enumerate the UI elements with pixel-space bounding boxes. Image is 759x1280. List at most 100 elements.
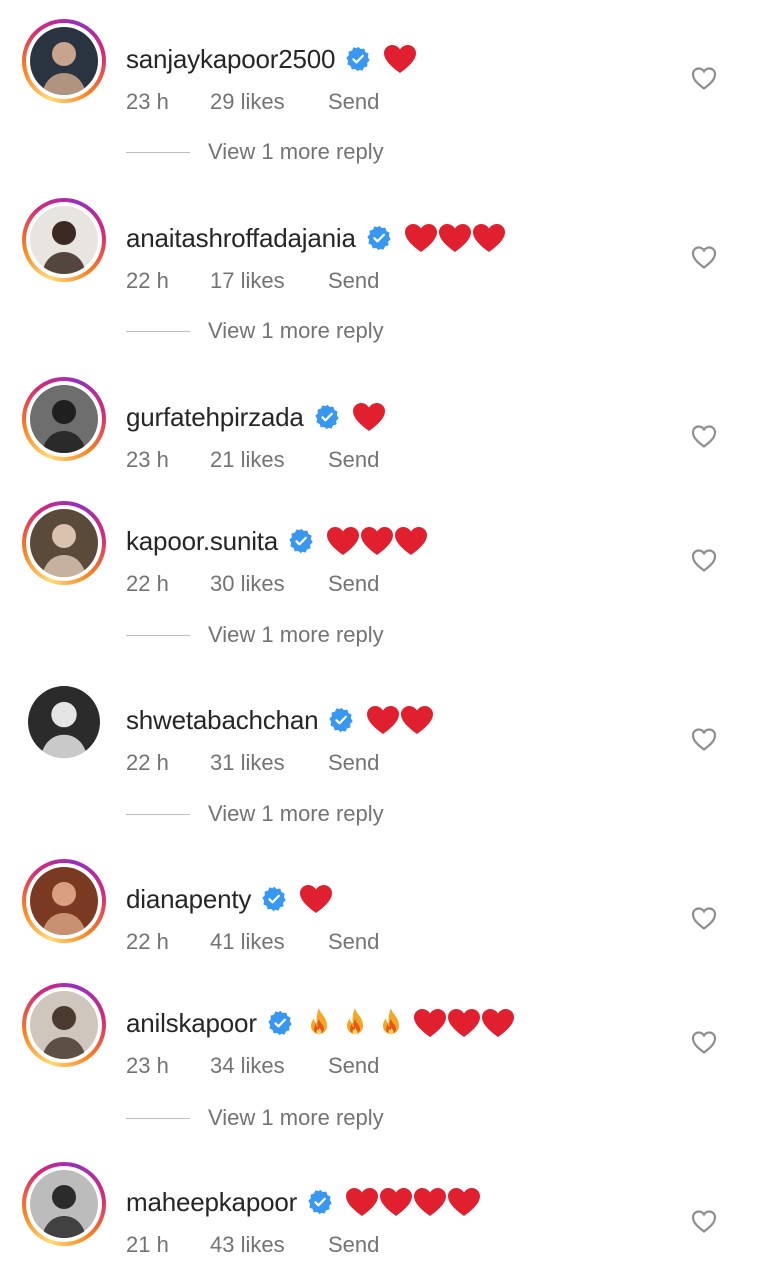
red-heart-emoji xyxy=(481,1008,515,1038)
divider-line xyxy=(126,1117,190,1119)
avatar[interactable] xyxy=(22,501,106,585)
fire-emoji xyxy=(377,1007,413,1039)
profile-photo xyxy=(30,991,98,1059)
comment-text xyxy=(326,526,428,556)
likes-count-link[interactable]: 41 likes xyxy=(210,929,328,955)
view-more-replies-button[interactable]: View 1 more reply xyxy=(126,799,384,829)
send-button[interactable]: Send xyxy=(328,571,379,597)
divider-line xyxy=(126,634,190,636)
avatar[interactable] xyxy=(22,198,106,282)
verified-badge-icon xyxy=(288,528,314,554)
view-more-replies-button[interactable]: View 1 more reply xyxy=(126,620,384,650)
heart-outline-icon[interactable] xyxy=(690,422,718,450)
username[interactable]: gurfatehpirzada xyxy=(126,402,304,433)
comment-item: dianapenty 22 h 41 likes Send xyxy=(0,858,759,954)
red-heart-emoji xyxy=(345,1187,379,1217)
profile-photo xyxy=(30,509,98,577)
divider-line xyxy=(126,813,190,815)
avatar[interactable] xyxy=(22,859,106,943)
red-heart-emoji xyxy=(299,884,333,914)
verified-badge-icon xyxy=(307,1189,333,1215)
send-button[interactable]: Send xyxy=(328,929,379,955)
comment-text xyxy=(352,402,386,432)
comment-timestamp: 21 h xyxy=(126,1232,169,1257)
red-heart-emoji xyxy=(326,526,360,556)
avatar[interactable] xyxy=(22,680,106,764)
username[interactable]: anilskapoor xyxy=(126,1008,257,1039)
avatar[interactable] xyxy=(22,983,106,1067)
verified-badge-icon xyxy=(261,886,287,912)
send-button[interactable]: Send xyxy=(328,268,379,294)
red-heart-emoji xyxy=(413,1008,447,1038)
view-more-replies-button[interactable]: View 1 more reply xyxy=(126,1103,384,1133)
username[interactable]: anaitashroffadajania xyxy=(126,223,356,254)
likes-count-link[interactable]: 31 likes xyxy=(210,750,328,776)
heart-outline-icon[interactable] xyxy=(690,1207,718,1235)
username[interactable]: dianapenty xyxy=(126,884,251,915)
red-heart-emoji xyxy=(438,223,472,253)
comment-item: kapoor.sunita 22 h 30 likes Send xyxy=(0,500,759,596)
avatar[interactable] xyxy=(22,377,106,461)
send-button[interactable]: Send xyxy=(328,447,379,473)
comment-text xyxy=(366,705,434,735)
view-more-replies-button[interactable]: View 1 more reply xyxy=(126,316,384,346)
username[interactable]: sanjaykapoor2500 xyxy=(126,44,335,75)
red-heart-emoji xyxy=(404,223,438,253)
red-heart-emoji xyxy=(360,526,394,556)
profile-photo xyxy=(30,1170,98,1238)
send-button[interactable]: Send xyxy=(328,1232,379,1258)
heart-outline-icon[interactable] xyxy=(690,546,718,574)
comment-item: sanjaykapoor2500 23 h 29 likes Send xyxy=(0,18,759,114)
heart-outline-icon[interactable] xyxy=(690,243,718,271)
comment-timestamp: 22 h xyxy=(126,750,169,775)
likes-count-link[interactable]: 17 likes xyxy=(210,268,328,294)
avatar[interactable] xyxy=(22,19,106,103)
view-more-replies-label: View 1 more reply xyxy=(208,622,384,647)
red-heart-emoji xyxy=(352,402,386,432)
avatar[interactable] xyxy=(22,1162,106,1246)
divider-line xyxy=(126,330,190,332)
send-button[interactable]: Send xyxy=(328,750,379,776)
profile-photo xyxy=(30,27,98,95)
verified-badge-icon xyxy=(345,46,371,72)
red-heart-emoji xyxy=(366,705,400,735)
comment-timestamp: 23 h xyxy=(126,1053,169,1078)
profile-photo xyxy=(28,686,100,758)
comment-text xyxy=(404,223,506,253)
profile-photo xyxy=(30,206,98,274)
profile-photo xyxy=(30,867,98,935)
likes-count-link[interactable]: 29 likes xyxy=(210,89,328,115)
red-heart-emoji xyxy=(447,1187,481,1217)
profile-photo xyxy=(30,385,98,453)
username[interactable]: shwetabachchan xyxy=(126,705,319,736)
send-button[interactable]: Send xyxy=(328,89,379,115)
comment-item: maheepkapoor 21 h 43 likes Send xyxy=(0,1161,759,1257)
red-heart-emoji xyxy=(472,223,506,253)
red-heart-emoji xyxy=(400,705,434,735)
username[interactable]: kapoor.sunita xyxy=(126,526,278,557)
likes-count-link[interactable]: 21 likes xyxy=(210,447,328,473)
likes-count-link[interactable]: 43 likes xyxy=(210,1232,328,1258)
red-heart-emoji xyxy=(383,44,417,74)
likes-count-link[interactable]: 30 likes xyxy=(210,571,328,597)
view-more-replies-button[interactable]: View 1 more reply xyxy=(126,137,384,167)
comment-timestamp: 22 h xyxy=(126,268,169,293)
view-more-replies-label: View 1 more reply xyxy=(208,318,384,343)
send-button[interactable]: Send xyxy=(328,1053,379,1079)
comment-text xyxy=(345,1187,481,1217)
username[interactable]: maheepkapoor xyxy=(126,1187,297,1218)
likes-count-link[interactable]: 34 likes xyxy=(210,1053,328,1079)
comment-text xyxy=(305,1007,515,1039)
verified-badge-icon xyxy=(366,225,392,251)
red-heart-emoji xyxy=(413,1187,447,1217)
comment-item: shwetabachchan 22 h 31 likes Send xyxy=(0,679,759,775)
comment-text xyxy=(383,44,417,74)
fire-emoji xyxy=(305,1007,341,1039)
heart-outline-icon[interactable] xyxy=(690,904,718,932)
red-heart-emoji xyxy=(447,1008,481,1038)
heart-outline-icon[interactable] xyxy=(690,64,718,92)
comment-timestamp: 22 h xyxy=(126,571,169,596)
comment-timestamp: 23 h xyxy=(126,89,169,114)
heart-outline-icon[interactable] xyxy=(690,725,718,753)
heart-outline-icon[interactable] xyxy=(690,1028,718,1056)
